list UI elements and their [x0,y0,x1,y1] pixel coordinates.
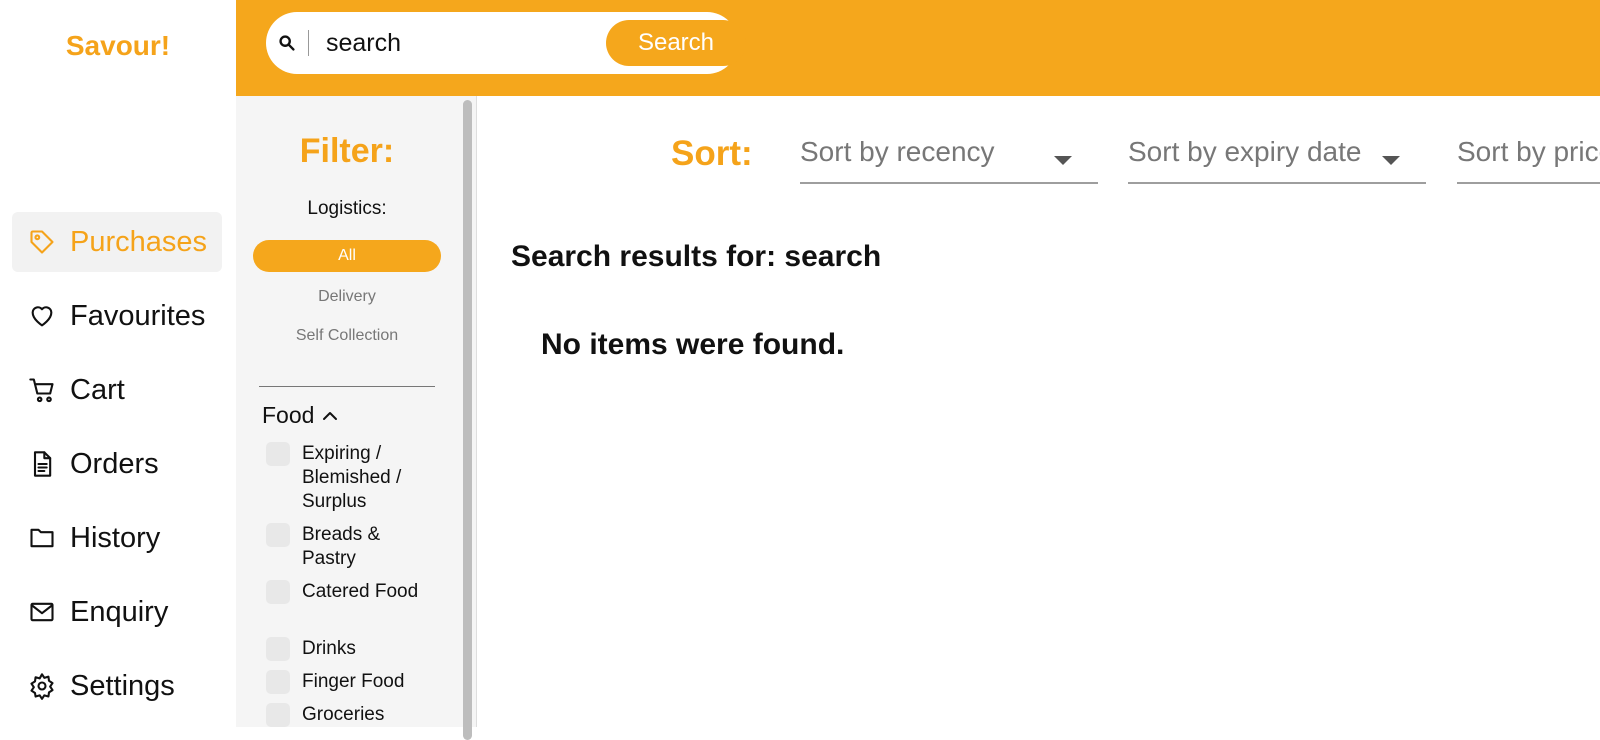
category-label: Catered Food [302,581,419,602]
sidebar-item-label: Enquiry [70,595,169,628]
dropdown-arrow-icon [1054,156,1072,165]
sidebar-item-cart[interactable]: Cart [12,360,222,420]
sidebar-item-purchases[interactable]: Purchases [12,212,222,272]
category-checkbox[interactable] [266,442,290,466]
search-icon[interactable] [276,32,298,54]
category-label: Breads & Pastry [302,524,381,569]
sort-recency-select[interactable]: Sort by recency [800,130,1098,184]
category-checkbox[interactable] [266,703,290,727]
filter-scrollbar[interactable] [460,96,477,740]
category-row: Catered Food [266,580,422,604]
mail-icon [26,596,58,628]
food-category-toggle[interactable]: Food [262,402,338,429]
sort-recency-value: Sort by recency [800,136,995,167]
category-row: Groceries [266,703,422,727]
cart-icon [26,374,58,406]
sort-expiry-value: Sort by expiry date [1128,136,1362,167]
top-header: Search [236,0,1600,96]
category-row: Expiring / Blemished / Surplus [266,442,422,514]
sidebar-item-orders[interactable]: Orders [12,434,222,494]
sidebar-item-enquiry[interactable]: Enquiry [12,582,222,642]
filter-title: Filter: [299,132,395,170]
category-label: Drinks [302,638,356,659]
category-checkbox[interactable] [266,637,290,661]
sort-price-select[interactable]: Sort by price [1457,130,1600,184]
sidebar-item-settings[interactable]: Settings [12,656,222,716]
sidebar: Savour! Purchases Favourites Cart Orders… [0,0,236,727]
sort-label: Sort: [671,134,753,173]
brand-logo[interactable]: Savour! [0,30,236,62]
sort-expiry-select[interactable]: Sort by expiry date [1128,130,1426,184]
search-button[interactable]: Search [606,20,746,66]
folder-icon [26,522,58,554]
logistics-option-delivery[interactable]: Delivery [236,288,458,306]
sidebar-item-label: Settings [70,669,175,702]
dropdown-arrow-icon [1382,156,1400,165]
scrollbar-thumb[interactable] [463,100,472,740]
category-row: Breads & Pastry [266,523,422,571]
gear-icon [26,670,58,702]
sidebar-item-label: Purchases [70,225,208,258]
category-label: Finger Food [302,671,405,692]
chevron-up-icon [323,411,338,420]
sort-price-value: Sort by price [1457,136,1600,167]
search-bar: Search [266,12,746,74]
food-label: Food [262,402,315,428]
search-input[interactable] [324,28,578,59]
category-checkbox[interactable] [266,670,290,694]
category-row: Finger Food [266,670,452,694]
empty-results-message: No items were found. [541,328,845,361]
document-icon [26,448,58,480]
heart-icon [26,300,58,332]
logistics-option-self-collection[interactable]: Self Collection [236,327,458,345]
results-title: Search results for: search [511,240,882,273]
tag-icon [26,226,58,258]
sidebar-item-history[interactable]: History [12,508,222,568]
sidebar-item-label: Orders [70,447,159,480]
category-checkbox[interactable] [266,523,290,547]
sidebar-item-label: History [70,521,161,554]
category-row: Drinks [266,637,422,661]
search-divider [308,30,309,56]
logistics-label: Logistics: [307,198,387,219]
sidebar-item-favourites[interactable]: Favourites [12,286,222,346]
sidebar-item-label: Favourites [70,299,206,332]
sidebar-item-label: Cart [70,373,125,406]
category-label: Expiring / Blemished / Surplus [302,443,402,512]
filter-panel: Filter: Logistics: All Delivery Self Col… [236,96,476,727]
logistics-option-all[interactable]: All [253,240,441,272]
category-label: Groceries [302,704,385,725]
filter-divider [259,386,435,387]
category-checkbox[interactable] [266,580,290,604]
